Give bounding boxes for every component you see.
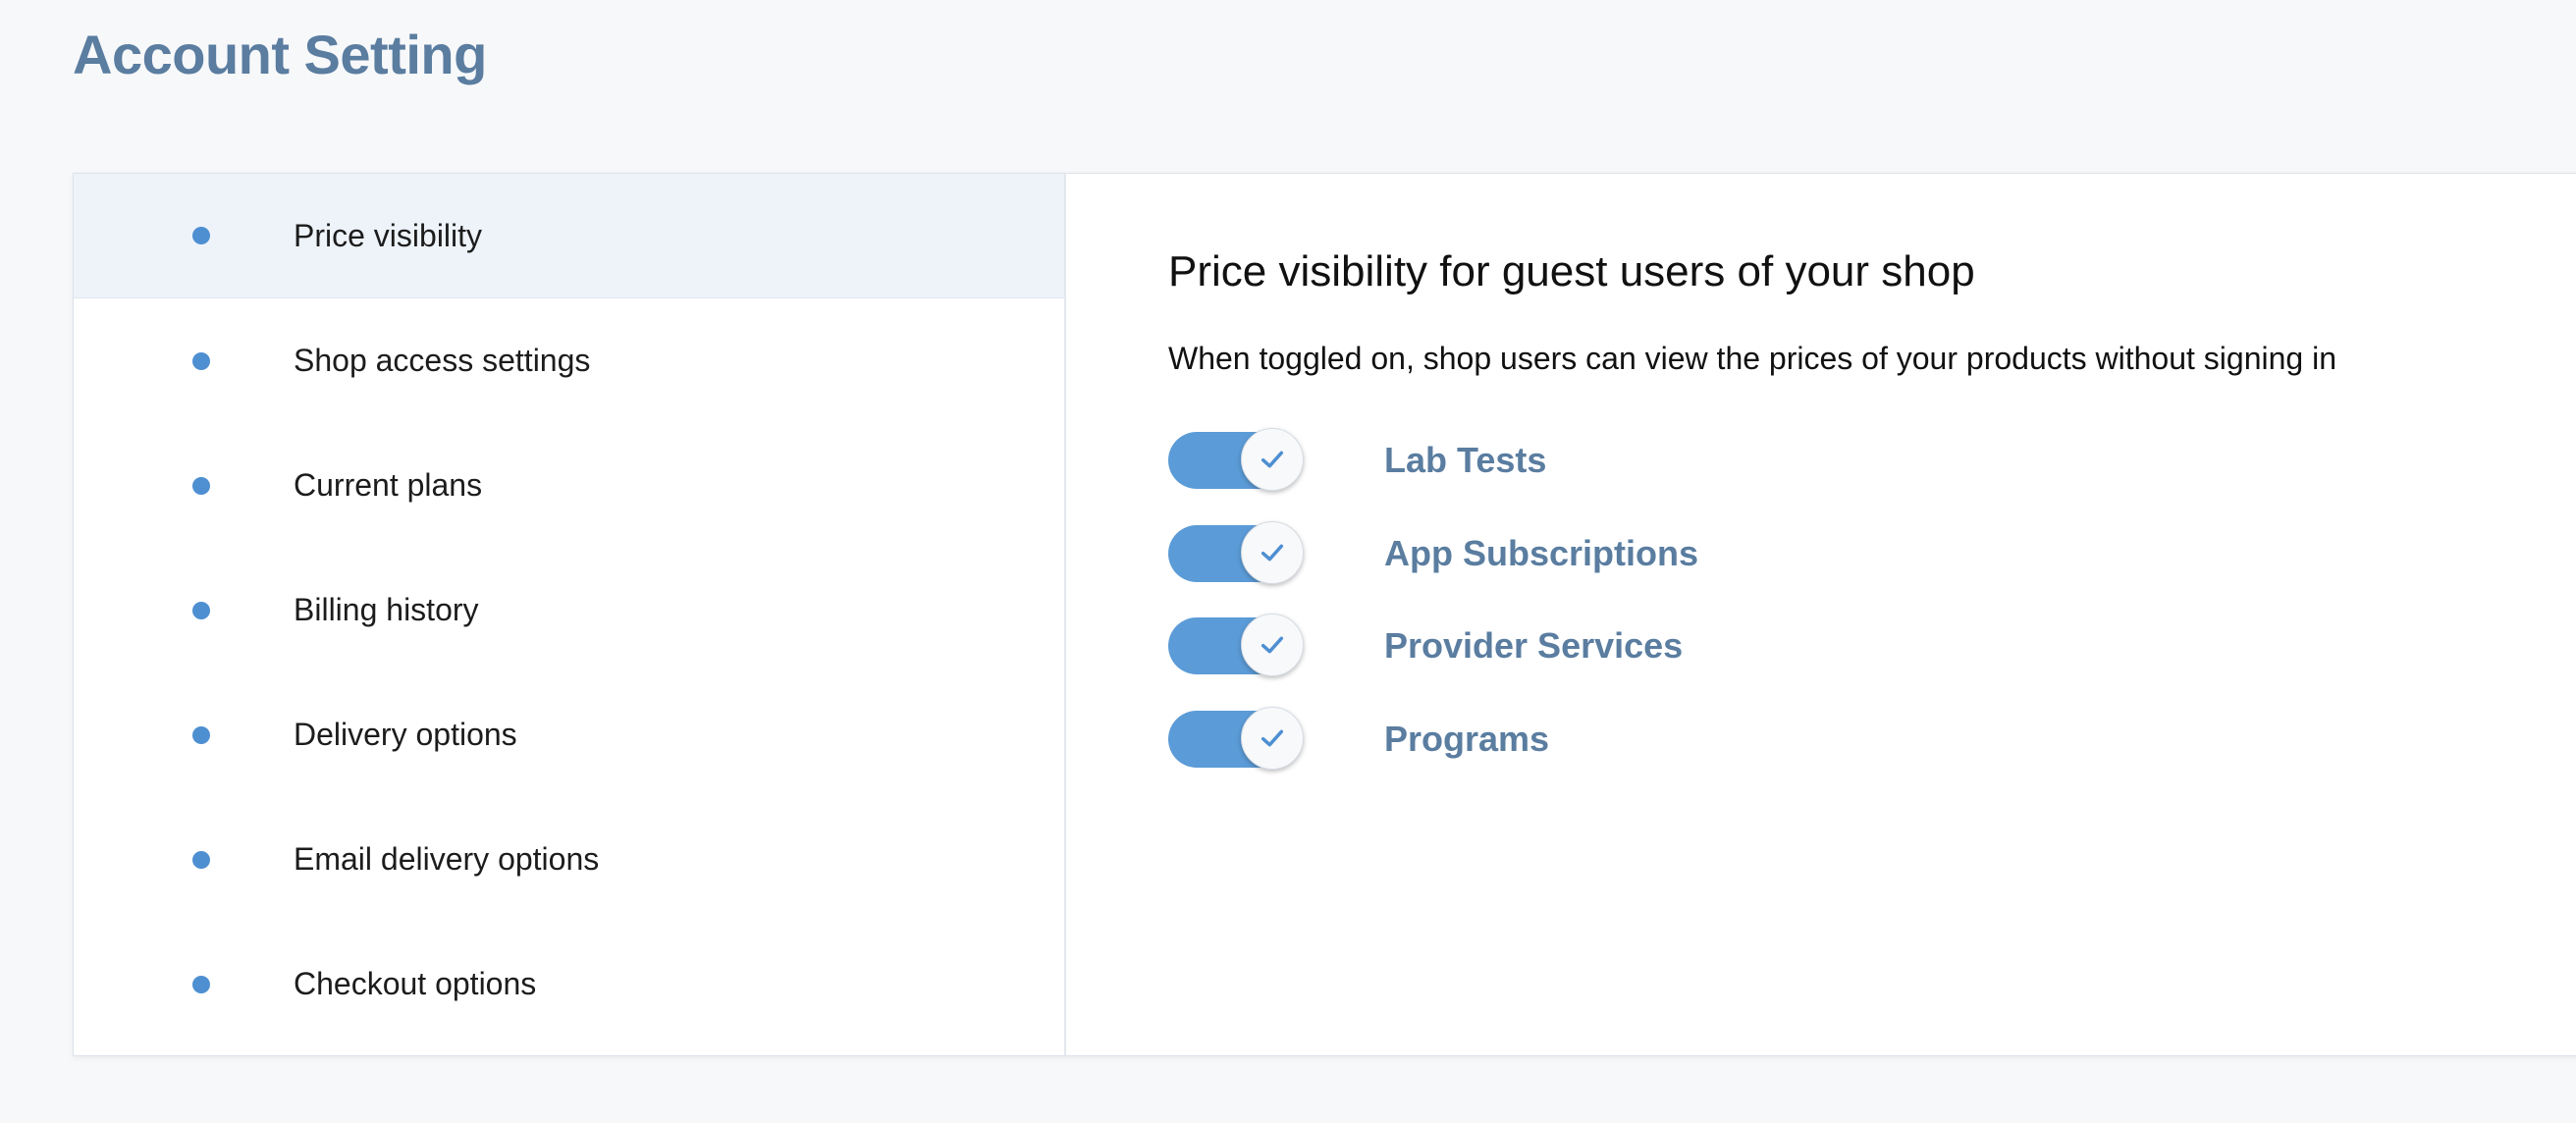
sidebar-item-checkout-options[interactable]: Checkout options — [74, 922, 1064, 1046]
provider-services-toggle[interactable] — [1168, 614, 1304, 676]
sidebar-item-shop-access-settings[interactable]: Shop access settings — [74, 298, 1064, 423]
sidebar-item-label: Billing history — [294, 592, 479, 627]
sidebar-item-billing-history[interactable]: Billing history — [74, 548, 1064, 672]
programs-toggle[interactable] — [1168, 707, 1304, 770]
settings-content: Price visibility for guest users of your… — [1066, 174, 2576, 1055]
sidebar-item-label: Email delivery options — [294, 841, 600, 877]
toggle-knob — [1241, 707, 1304, 770]
toggle-label: Provider Services — [1384, 625, 1684, 666]
toggle-knob — [1241, 521, 1304, 584]
dot-icon — [192, 975, 210, 993]
dot-icon — [192, 476, 210, 495]
toggle-label: App Subscriptions — [1384, 533, 1699, 573]
sidebar-item-delivery-options[interactable]: Delivery options — [74, 672, 1064, 797]
sidebar-item-label: Checkout options — [294, 966, 537, 1001]
section-title: Price visibility for guest users of your… — [1168, 247, 1975, 295]
dot-icon — [192, 725, 210, 744]
check-icon — [1261, 544, 1284, 562]
dot-icon — [192, 227, 210, 244]
sidebar-item-current-plans[interactable]: Current plans — [74, 423, 1064, 548]
toggle-row-app-subscriptions: App Subscriptions — [1168, 521, 1698, 585]
page-title: Account Setting — [73, 24, 487, 85]
sidebar-item-label: Delivery options — [294, 717, 517, 752]
sidebar-item-label: Shop access settings — [294, 343, 591, 378]
toggle-knob — [1241, 614, 1304, 676]
toggle-row-lab-tests: Lab Tests — [1168, 428, 1546, 492]
toggle-row-provider-services: Provider Services — [1168, 614, 1683, 677]
section-description: When toggled on, shop users can view the… — [1168, 341, 2336, 376]
dot-icon — [192, 850, 210, 869]
sidebar-item-label: Price visibility — [294, 217, 483, 253]
lab-tests-toggle[interactable] — [1168, 428, 1304, 491]
toggle-label: Lab Tests — [1384, 440, 1547, 480]
sidebar-item-label: Current plans — [294, 467, 483, 503]
dot-icon — [192, 601, 210, 619]
toggle-row-programs: Programs — [1168, 707, 1549, 771]
check-icon — [1261, 729, 1284, 747]
check-icon — [1261, 451, 1284, 468]
check-icon — [1261, 636, 1284, 654]
settings-card: Price visibility Shop access settings Cu… — [73, 173, 2576, 1056]
settings-sidebar: Price visibility Shop access settings Cu… — [74, 174, 1066, 1055]
dot-icon — [192, 351, 210, 370]
app-subscriptions-toggle[interactable] — [1168, 521, 1304, 584]
toggle-knob — [1241, 428, 1304, 491]
sidebar-item-price-visibility[interactable]: Price visibility — [74, 174, 1064, 298]
sidebar-item-email-delivery-options[interactable]: Email delivery options — [74, 797, 1064, 922]
toggle-label: Programs — [1384, 719, 1550, 759]
